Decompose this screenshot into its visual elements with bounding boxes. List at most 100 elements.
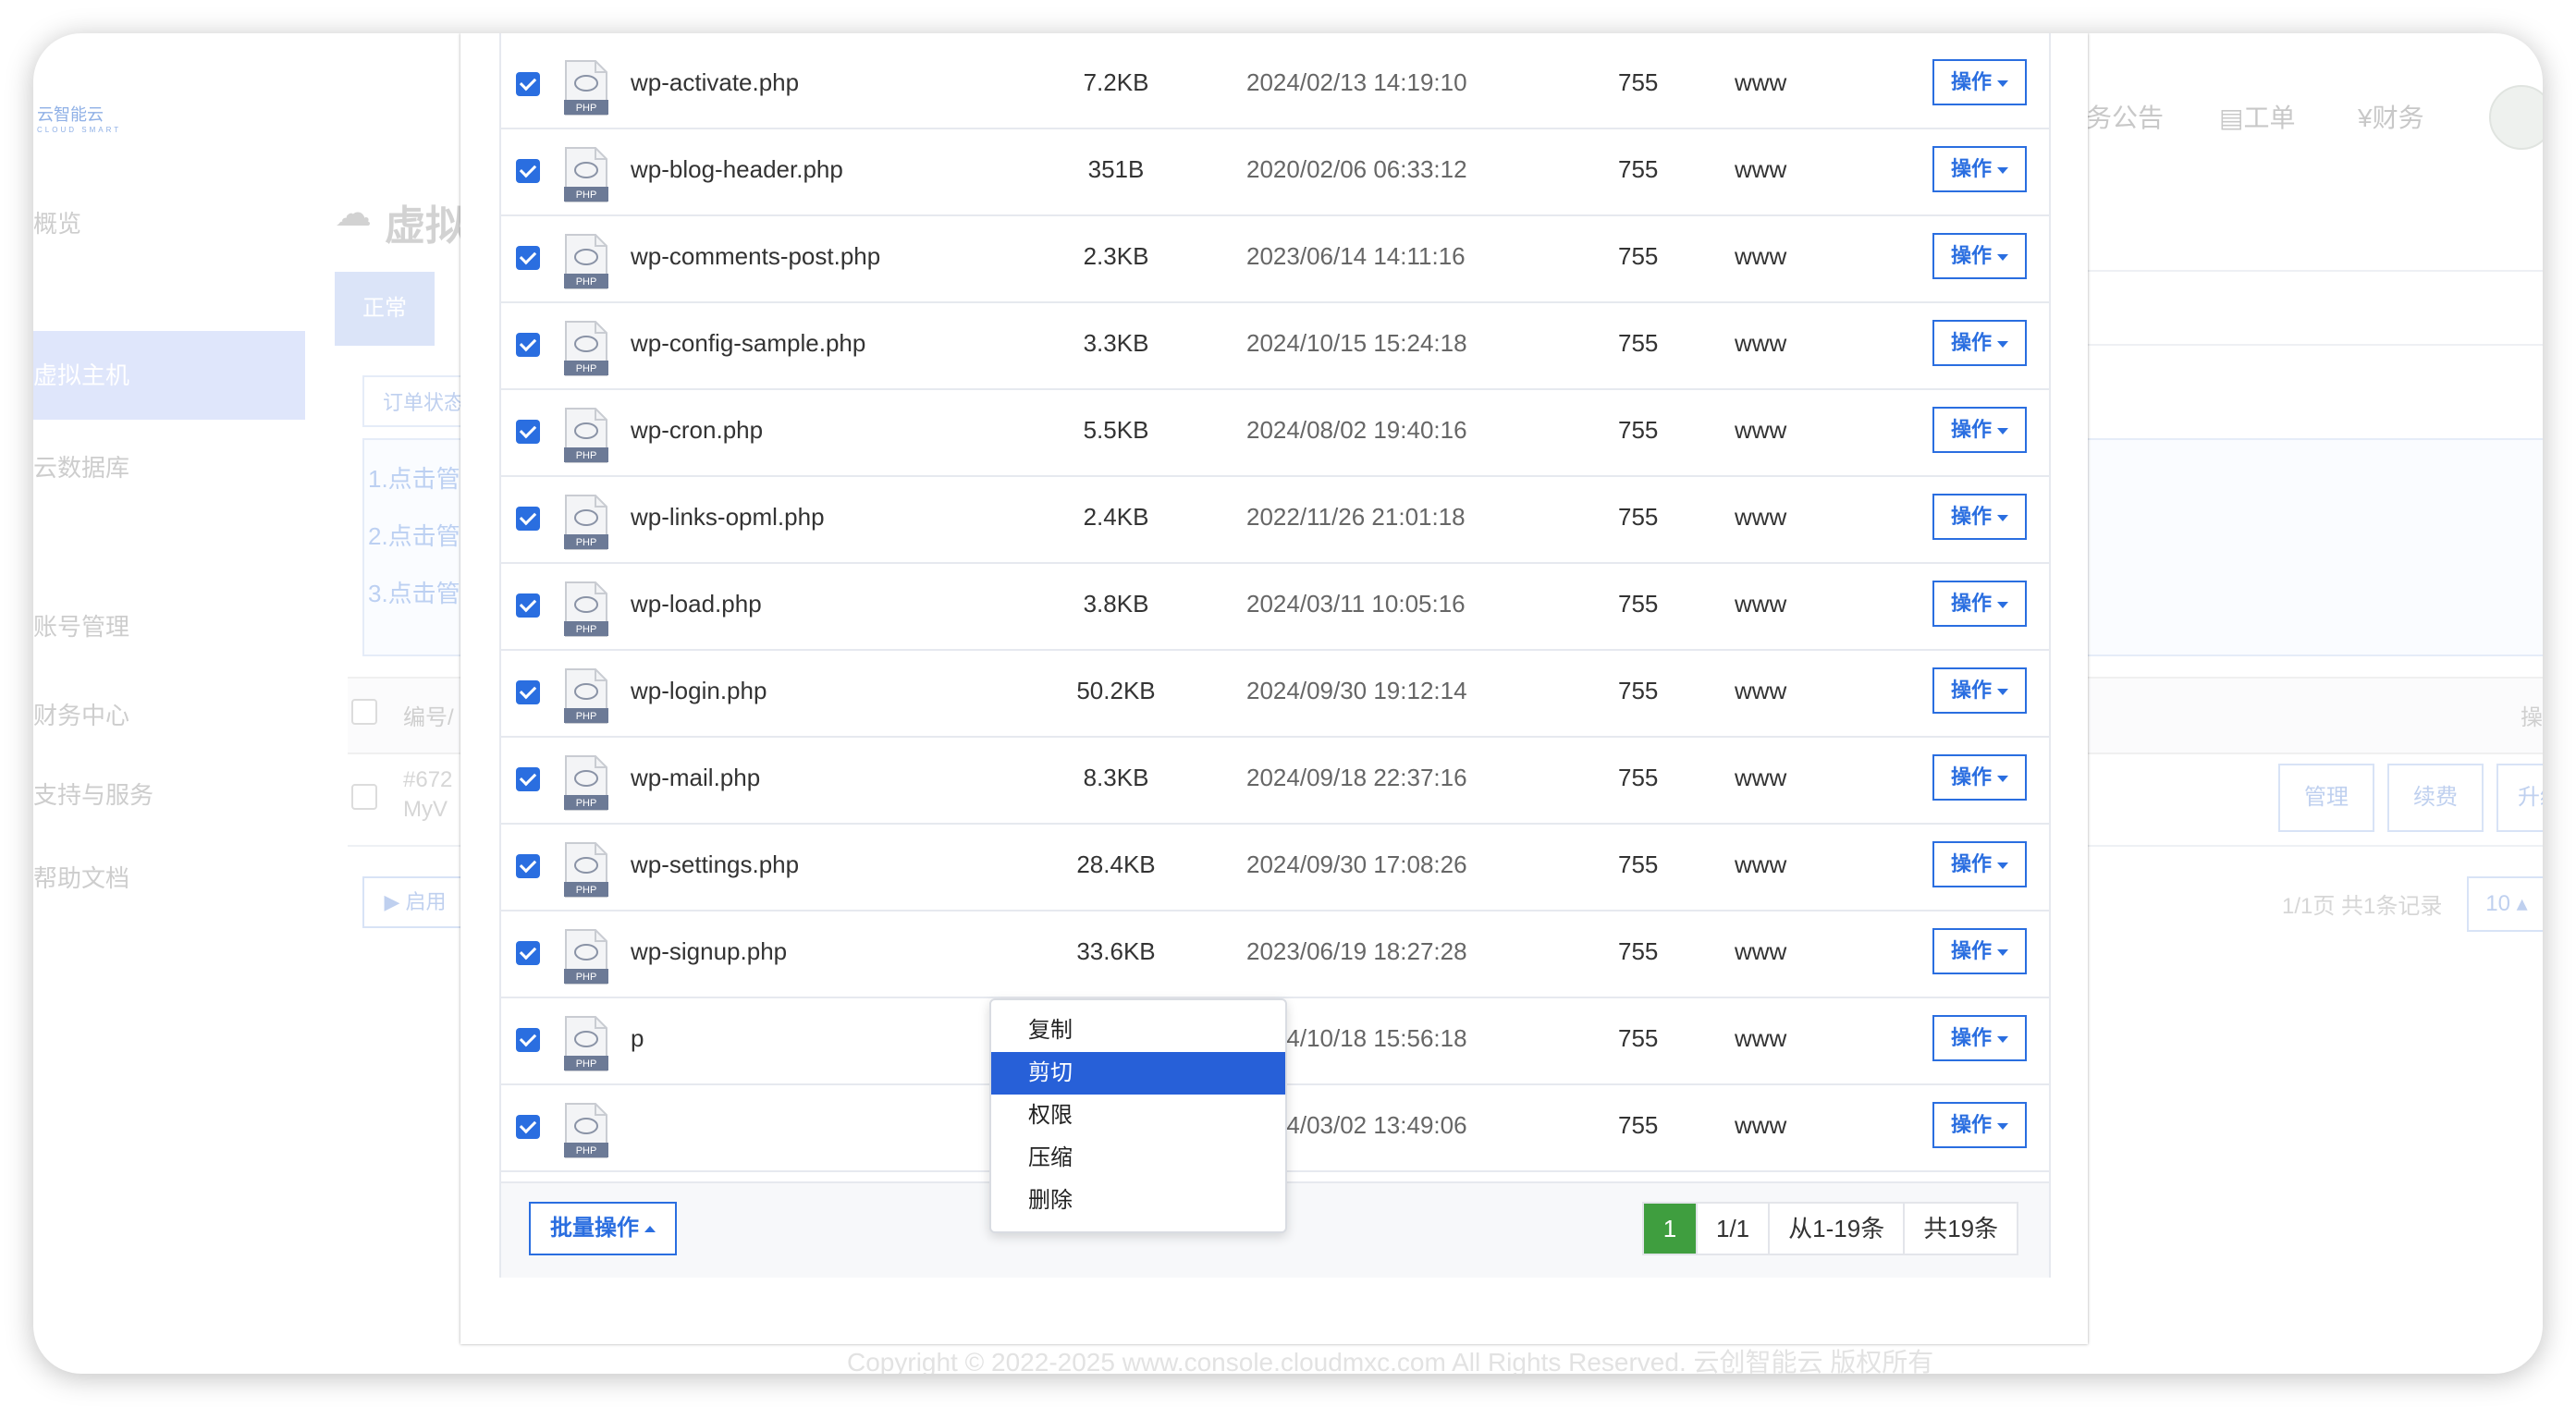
row-checkbox[interactable] <box>516 941 540 965</box>
batch-operation-button[interactable]: 批量操作 <box>529 1202 677 1255</box>
operation-button[interactable]: 操作 <box>1932 1015 2027 1061</box>
file-owner: www <box>1735 590 1787 618</box>
upgrade-button[interactable]: 升级 <box>2496 764 2543 832</box>
file-name[interactable]: wp-mail.php <box>631 764 760 792</box>
operation-button[interactable]: 操作 <box>1932 581 2027 627</box>
file-row[interactable]: PHP wp-links-opml.php 2.4KB 2022/11/26 21:0… <box>501 475 2049 564</box>
file-row[interactable]: PHP wp-comments-post.php 2.3KB 2023/06/14 1… <box>501 214 2049 303</box>
file-owner: www <box>1735 242 1787 270</box>
cloud-icon: ☁ <box>335 193 372 234</box>
nav-announcement[interactable]: 务公告 <box>2086 98 2164 135</box>
file-permission: 755 <box>1618 416 1659 444</box>
php-file-icon: PHP <box>564 842 608 898</box>
file-name[interactable]: wp-settings.php <box>631 850 799 879</box>
operation-button[interactable]: 操作 <box>1932 667 2027 714</box>
operation-button[interactable]: 操作 <box>1932 407 2027 453</box>
menu-item-permission[interactable]: 权限 <box>991 1095 1285 1137</box>
operation-button[interactable]: 操作 <box>1932 928 2027 974</box>
file-name[interactable]: p <box>631 1024 644 1053</box>
select-all-checkbox[interactable] <box>351 699 377 725</box>
sidebar-item-virtual-host[interactable]: 虚拟主机 <box>33 331 305 420</box>
file-name[interactable]: wp-load.php <box>631 590 762 618</box>
sidebar-item-finance[interactable]: 财务中心 <box>33 697 129 731</box>
operation-button[interactable]: 操作 <box>1932 754 2027 801</box>
operation-button[interactable]: 操作 <box>1932 1102 2027 1148</box>
file-row[interactable]: PHP wp-login.php 50.2KB 2024/09/30 19:12:14… <box>501 649 2049 738</box>
operation-button[interactable]: 操作 <box>1932 59 2027 105</box>
svg-text:PHP: PHP <box>576 972 597 983</box>
operation-button[interactable]: 操作 <box>1932 494 2027 540</box>
file-owner: www <box>1735 1024 1787 1052</box>
file-row[interactable]: PHP wp-config-sample.php 3.3KB 2024/10/15 1… <box>501 301 2049 390</box>
row-checkbox[interactable] <box>516 333 540 357</box>
row-checkbox[interactable] <box>516 159 540 183</box>
file-row[interactable]: PHP wp-blog-header.php 351B 2020/02/06 06:3… <box>501 128 2049 216</box>
tab-normal[interactable]: 正常 <box>335 272 435 346</box>
php-file-icon: PHP <box>564 581 608 637</box>
svg-text:PHP: PHP <box>576 624 597 635</box>
file-name[interactable]: wp-config-sample.php <box>631 329 865 358</box>
file-row[interactable]: PHP wp-mail.php 8.3KB 2024/09/18 22:37:16 75… <box>501 736 2049 825</box>
manage-button[interactable]: 管理 <box>2278 764 2374 832</box>
file-permission: 755 <box>1618 242 1659 270</box>
caret-down-icon <box>1997 80 2008 87</box>
menu-item-compress[interactable]: 压缩 <box>991 1137 1285 1180</box>
nav-ticket[interactable]: ▤工单 <box>2219 98 2295 135</box>
row-checkbox[interactable] <box>516 680 540 704</box>
menu-item-delete[interactable]: 删除 <box>991 1180 1285 1222</box>
row-checkbox[interactable] <box>516 767 540 791</box>
start-button[interactable]: ▶ 启用 <box>362 876 468 928</box>
row-checkbox[interactable] <box>516 854 540 878</box>
page-title: 虚拟 <box>385 203 466 249</box>
file-name[interactable]: wp-signup.php <box>631 937 787 966</box>
file-name[interactable]: wp-login.php <box>631 677 767 705</box>
caret-down-icon <box>1997 1035 2008 1043</box>
caret-down-icon <box>1997 340 2008 348</box>
page-size-select[interactable]: 10 ▴ <box>2467 876 2543 932</box>
menu-item-copy[interactable]: 复制 <box>991 1009 1285 1052</box>
page-count: 1/1 <box>1696 1204 1768 1254</box>
svg-text:PHP: PHP <box>576 103 597 114</box>
file-row[interactable]: PHP wp-settings.php 28.4KB 2024/09/30 17:08… <box>501 823 2049 911</box>
php-file-icon: PHP <box>564 1016 608 1071</box>
file-name[interactable]: wp-comments-post.php <box>631 242 880 271</box>
row-checkbox[interactable] <box>516 1115 540 1139</box>
file-name[interactable]: wp-links-opml.php <box>631 503 825 532</box>
file-date: 2024/02/13 14:19:10 <box>1246 68 1467 96</box>
nav-finance[interactable]: ¥财务 <box>2358 98 2424 135</box>
svg-text:PHP: PHP <box>576 798 597 809</box>
php-file-icon: PHP <box>564 321 608 376</box>
row-checkbox[interactable] <box>516 246 540 270</box>
operation-button[interactable]: 操作 <box>1932 146 2027 192</box>
menu-item-cut[interactable]: 剪切 <box>991 1052 1285 1095</box>
row-checkbox[interactable] <box>516 1028 540 1052</box>
file-size: 3.8KB <box>1083 590 1149 618</box>
logo: 云智能云 CLOUD SMART <box>37 105 122 134</box>
avatar[interactable] <box>2489 85 2543 150</box>
page-current[interactable]: 1 <box>1644 1204 1696 1254</box>
file-name[interactable]: wp-activate.php <box>631 68 799 97</box>
file-size: 28.4KB <box>1076 850 1156 878</box>
sidebar-item-support[interactable]: 支持与服务 <box>33 777 153 811</box>
file-name[interactable]: wp-cron.php <box>631 416 763 445</box>
row-checkbox[interactable] <box>351 784 377 810</box>
row-checkbox[interactable] <box>516 420 540 444</box>
renew-button[interactable]: 续费 <box>2387 764 2484 832</box>
sidebar-item-database[interactable]: 云数据库 <box>33 449 129 483</box>
file-row[interactable]: PHP wp-signup.php 33.6KB 2023/06/19 18:27:2… <box>501 910 2049 998</box>
sidebar-item-docs[interactable]: 帮助文档 <box>33 860 129 894</box>
file-name[interactable]: wp-blog-header.php <box>631 155 843 184</box>
row-checkbox[interactable] <box>516 593 540 618</box>
row-checkbox[interactable] <box>516 72 540 96</box>
operation-button[interactable]: 操作 <box>1932 320 2027 366</box>
row-checkbox[interactable] <box>516 507 540 531</box>
file-date: 2023/06/14 14:11:16 <box>1246 242 1466 270</box>
operation-button[interactable]: 操作 <box>1932 233 2027 279</box>
file-permission: 755 <box>1618 677 1659 704</box>
operation-button[interactable]: 操作 <box>1932 841 2027 887</box>
file-row[interactable]: PHP wp-activate.php 7.2KB 2024/02/13 14:19:… <box>501 41 2049 129</box>
file-row[interactable]: PHP wp-cron.php 5.5KB 2024/08/02 19:40:16 75… <box>501 388 2049 477</box>
sidebar-item-overview[interactable]: 概览 <box>33 205 81 239</box>
file-row[interactable]: PHP wp-load.php 3.8KB 2024/03/11 10:05:16 75… <box>501 562 2049 651</box>
sidebar-item-account[interactable]: 账号管理 <box>33 608 129 642</box>
